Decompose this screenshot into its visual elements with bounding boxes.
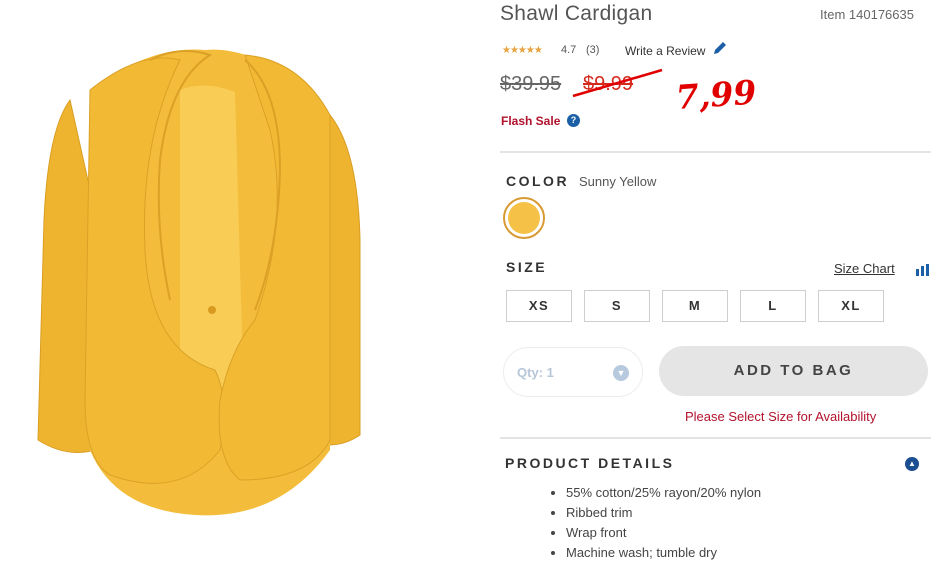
bar-chart-icon[interactable] (914, 264, 930, 276)
list-item: 55% cotton/25% rayon/20% nylon (566, 483, 761, 503)
divider (500, 151, 931, 153)
color-swatch-sunny-yellow[interactable] (503, 197, 545, 239)
product-details-heading[interactable]: PRODUCT DETAILS (505, 455, 674, 471)
size-option-s[interactable]: S (584, 290, 650, 322)
review-count[interactable]: (3) (586, 44, 599, 56)
size-option-m[interactable]: M (662, 290, 728, 322)
flash-sale-label: Flash Sale (501, 114, 561, 128)
size-chart-link[interactable]: Size Chart (834, 261, 895, 276)
swatch-fill (508, 202, 540, 234)
help-icon[interactable]: ? (567, 114, 580, 127)
product-title: Shawl Cardigan (500, 2, 653, 25)
write-review-link[interactable]: Write a Review (625, 44, 705, 58)
size-option-xl[interactable]: XL (818, 290, 884, 322)
original-price: $39.95 (500, 73, 562, 95)
quantity-value: Qty: 1 (517, 365, 554, 380)
color-label: COLOR (506, 173, 570, 189)
item-number: Item 140176635 (820, 7, 914, 22)
product-details-list: 55% cotton/25% rayon/20% nylon Ribbed tr… (548, 483, 761, 563)
handwritten-price: 7,99 (674, 72, 758, 117)
chevron-down-icon[interactable]: ▼ (613, 365, 629, 381)
handwritten-strike-mark (572, 68, 663, 98)
availability-message: Please Select Size for Availability (685, 409, 877, 424)
quantity-select[interactable]: Qty: 1 ▼ (503, 347, 643, 397)
star-rating-icon[interactable]: ★★★★★ (502, 45, 543, 56)
size-option-xs[interactable]: XS (506, 290, 572, 322)
size-label: SIZE (506, 259, 548, 275)
chevron-up-icon[interactable]: ▲ (905, 457, 919, 471)
color-value: Sunny Yellow (579, 174, 657, 189)
list-item: Machine wash; tumble dry (566, 543, 761, 563)
add-to-bag-button[interactable]: ADD TO BAG (659, 346, 928, 396)
list-item: Ribbed trim (566, 503, 761, 523)
rating-value: 4.7 (561, 44, 577, 56)
size-option-l[interactable]: L (740, 290, 806, 322)
list-item: Wrap front (566, 523, 761, 543)
pencil-icon[interactable] (712, 40, 728, 56)
divider (500, 437, 931, 439)
product-image (37, 49, 361, 516)
